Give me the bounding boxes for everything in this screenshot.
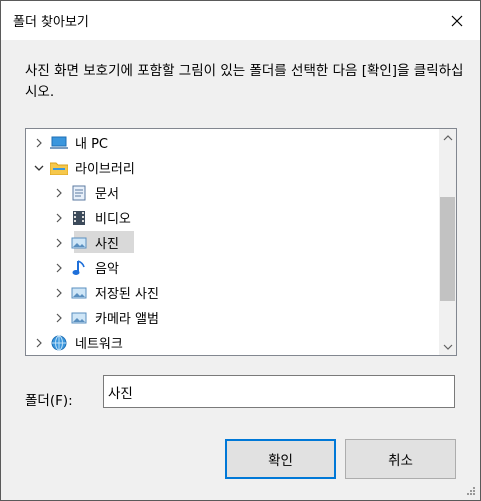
tree-item-label: 음악 (95, 262, 119, 277)
instruction-text: 사진 화면 보호기에 포함할 그림이 있는 폴더를 선택한 다음 [확인]을 클… (25, 63, 464, 100)
tree-item-pictures[interactable]: 사진 (52, 231, 121, 254)
chevron-down-icon (443, 344, 452, 350)
tree-item-label: 네트워크 (75, 337, 123, 352)
tree-vertical-scrollbar[interactable] (439, 129, 456, 355)
tree-item-camera-roll[interactable]: 카메라 앨범 (52, 306, 161, 329)
chevron-right-icon[interactable] (52, 186, 66, 200)
tree-item-videos[interactable]: 비디오 (52, 206, 133, 229)
chevron-right-icon[interactable] (52, 236, 66, 250)
tree-item-saved-pictures[interactable]: 저장된 사진 (52, 281, 161, 304)
tree-item-this-pc[interactable]: 내 PC (32, 131, 110, 154)
tree-item-label: 카메라 앨범 (95, 312, 159, 327)
scroll-up-button[interactable] (439, 129, 456, 146)
tree-item-documents[interactable]: 문서 (52, 181, 121, 204)
cancel-button[interactable]: 취소 (345, 439, 456, 479)
tree-item-label: 문서 (95, 187, 119, 202)
tree-item-label: 사진 (95, 237, 119, 252)
folder-name-input[interactable] (103, 375, 455, 408)
chevron-down-icon[interactable] (32, 161, 46, 175)
video-icon (70, 210, 88, 226)
close-button[interactable] (434, 1, 480, 40)
chevron-right-icon[interactable] (52, 286, 66, 300)
tree-item-label: 내 PC (75, 137, 109, 152)
scroll-thumb[interactable] (440, 197, 455, 301)
music-icon (70, 259, 88, 276)
ok-button[interactable]: 확인 (225, 439, 336, 479)
title-bar: 폴더 찾아보기 (1, 1, 480, 40)
chevron-right-icon[interactable] (52, 211, 66, 225)
tree-item-label: 라이브러리 (75, 162, 135, 177)
documents-icon (70, 185, 88, 201)
chevron-right-icon[interactable] (52, 261, 66, 275)
dialog-title: 폴더 찾아보기 (13, 15, 89, 30)
resize-grip-icon[interactable] (466, 486, 476, 496)
folder-tree[interactable]: 내 PC 라이브러리 문서 비디오 사진 음악 저장된 사진 카메라 앨범 네트… (25, 128, 457, 356)
folder-field-label: 폴더(F): (25, 393, 73, 409)
network-icon (50, 335, 68, 351)
chevron-right-icon[interactable] (52, 311, 66, 325)
tree-item-music[interactable]: 음악 (52, 256, 121, 279)
scroll-down-button[interactable] (439, 338, 456, 355)
saved-pictures-icon (70, 285, 88, 301)
close-icon (451, 15, 463, 26)
tree-item-label: 비디오 (95, 212, 131, 227)
tree-item-libraries[interactable]: 라이브러리 (32, 156, 137, 179)
chevron-right-icon[interactable] (32, 136, 46, 150)
library-folder-icon (50, 160, 68, 176)
tree-item-label: 저장된 사진 (95, 287, 159, 302)
tree-item-network[interactable]: 네트워크 (32, 331, 125, 354)
browse-folder-dialog: 폴더 찾아보기 사진 화면 보호기에 포함할 그림이 있는 폴더를 선택한 다음… (0, 0, 481, 501)
chevron-right-icon[interactable] (32, 336, 46, 350)
pc-icon (50, 135, 68, 151)
chevron-up-icon (443, 134, 452, 140)
camera-roll-icon (70, 310, 88, 326)
pictures-icon (70, 235, 88, 251)
